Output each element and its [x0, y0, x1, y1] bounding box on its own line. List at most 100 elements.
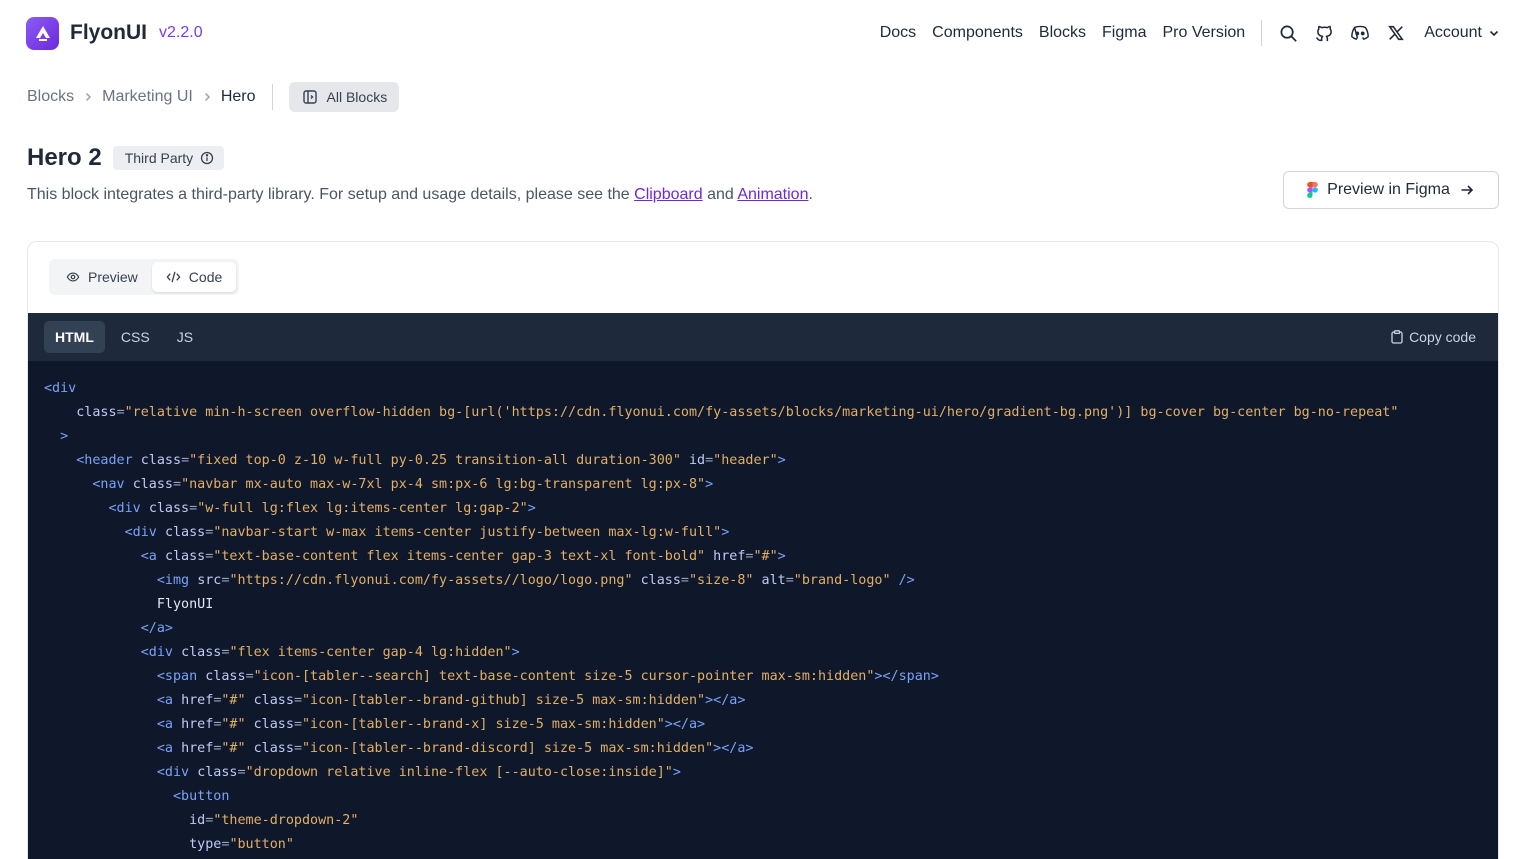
x-icon[interactable] — [1386, 23, 1406, 43]
code-token: = — [116, 405, 125, 420]
code-token: src — [197, 573, 222, 588]
code-line: class="relative min-h-screen overflow-hi… — [44, 401, 1498, 425]
description-text-mid: and — [702, 186, 738, 203]
block-panel: Preview Code HTML CSS JS Copy code <div … — [27, 241, 1499, 859]
info-icon — [201, 151, 214, 165]
code-token: = — [293, 741, 302, 756]
code-token: "dropdown relative inline-flex [--auto-c… — [245, 765, 673, 780]
code-token: type — [189, 837, 222, 852]
description-text: This block integrates a third-party libr… — [27, 186, 635, 203]
code-token: class — [253, 717, 294, 732]
code-token: "fixed top-0 z-10 w-full py-0.25 transit… — [189, 453, 681, 468]
account-menu[interactable]: Account — [1424, 24, 1500, 42]
code-token: "button" — [229, 837, 294, 852]
code-viewer: HTML CSS JS Copy code <div class="relati… — [28, 313, 1498, 859]
code-token: <a — [156, 693, 182, 708]
code-tab-js[interactable]: JS — [166, 321, 204, 353]
code-token: <a — [156, 741, 182, 756]
tab-preview-label: Preview — [88, 269, 138, 285]
code-line: </a> — [44, 617, 1498, 641]
chevron-right-icon — [201, 91, 213, 103]
breadcrumb: Blocks Marketing UI Hero All Blocks — [27, 82, 400, 112]
clipboard-icon — [1391, 330, 1403, 344]
version-label[interactable]: v2.2.0 — [159, 24, 203, 42]
code-token: "#" — [221, 717, 246, 732]
copy-code-label: Copy code — [1409, 329, 1476, 345]
code-token: > — [60, 429, 69, 444]
github-icon[interactable] — [1314, 23, 1334, 43]
code-line: FlyonUI — [44, 593, 1498, 617]
eye-icon — [66, 272, 80, 282]
code-token: "navbar-start w-max items-center justify… — [213, 525, 722, 540]
breadcrumb-item-blocks[interactable]: Blocks — [27, 88, 74, 106]
brand-name[interactable]: FlyonUI — [70, 21, 147, 45]
code-line: <a class="text-base-content flex items-c… — [44, 545, 1498, 569]
code-token: "#" — [221, 693, 246, 708]
nav-link-pro-version[interactable]: Pro Version — [1162, 24, 1245, 42]
animation-link[interactable]: Animation — [737, 186, 808, 203]
page-title: Hero 2 — [27, 144, 102, 171]
code-token: <nav — [92, 477, 133, 492]
code-token: <a — [140, 549, 165, 564]
code-block[interactable]: <div class="relative min-h-screen overfl… — [28, 361, 1498, 857]
code-token: "#" — [221, 741, 246, 756]
code-line: <div class="navbar-start w-max items-cen… — [44, 521, 1498, 545]
search-icon[interactable] — [1278, 23, 1298, 43]
block-description: This block integrates a third-party libr… — [27, 186, 813, 204]
code-token: ></a> — [713, 741, 754, 756]
code-token: id — [189, 813, 206, 828]
nav-link-figma[interactable]: Figma — [1102, 24, 1146, 42]
code-token: ></a> — [664, 717, 706, 732]
code-tab-html[interactable]: HTML — [44, 321, 105, 353]
discord-icon[interactable] — [1350, 23, 1370, 43]
code-token: "icon-[tabler--brand-discord] size-5 max… — [302, 741, 714, 756]
brand-logo-icon[interactable] — [26, 16, 59, 50]
code-line: <nav class="navbar mx-auto max-w-7xl px-… — [44, 473, 1498, 497]
all-blocks-button[interactable]: All Blocks — [288, 82, 400, 112]
code-tab-css[interactable]: CSS — [110, 321, 161, 353]
code-token: = — [293, 693, 302, 708]
nav-link-components[interactable]: Components — [932, 24, 1023, 42]
code-line: <span class="icon-[tabler--search] text-… — [44, 665, 1498, 689]
tab-code[interactable]: Code — [151, 262, 237, 292]
breadcrumb-item-marketing-ui[interactable]: Marketing UI — [102, 88, 193, 106]
tab-code-label: Code — [188, 269, 223, 285]
code-token: <div — [156, 765, 198, 780]
code-token: "brand-logo" — [793, 573, 891, 588]
code-token: class — [76, 405, 117, 420]
third-party-badge[interactable]: Third Party — [112, 146, 225, 170]
blocks-panel-icon — [302, 90, 317, 104]
all-blocks-label: All Blocks — [326, 89, 388, 105]
nav-link-blocks[interactable]: Blocks — [1039, 24, 1086, 42]
code-token: href — [181, 717, 214, 732]
code-token: class — [164, 525, 206, 540]
clipboard-link[interactable]: Clipboard — [634, 186, 702, 203]
code-token: > — [777, 549, 786, 564]
preview-in-figma-button[interactable]: Preview in Figma — [1283, 171, 1499, 209]
tab-preview[interactable]: Preview — [52, 262, 152, 292]
nav-link-docs[interactable]: Docs — [880, 24, 916, 42]
code-token: href — [181, 741, 214, 756]
copy-code-button[interactable]: Copy code — [1391, 329, 1476, 345]
code-token: <div — [124, 525, 165, 540]
nav-divider — [1261, 20, 1263, 46]
code-token: class — [132, 477, 173, 492]
code-token: class — [164, 549, 206, 564]
code-icon — [166, 271, 181, 283]
code-token: class — [148, 501, 190, 516]
code-token: = — [705, 453, 714, 468]
code-token: class — [253, 693, 294, 708]
code-token: "navbar mx-auto max-w-7xl px-4 sm:px-6 l… — [181, 477, 706, 492]
figma-button-label: Preview in Figma — [1327, 181, 1450, 198]
code-token: href — [713, 549, 746, 564]
code-token: = — [680, 573, 689, 588]
code-token: "w-full lg:flex lg:items-center lg:gap-2… — [197, 501, 528, 516]
